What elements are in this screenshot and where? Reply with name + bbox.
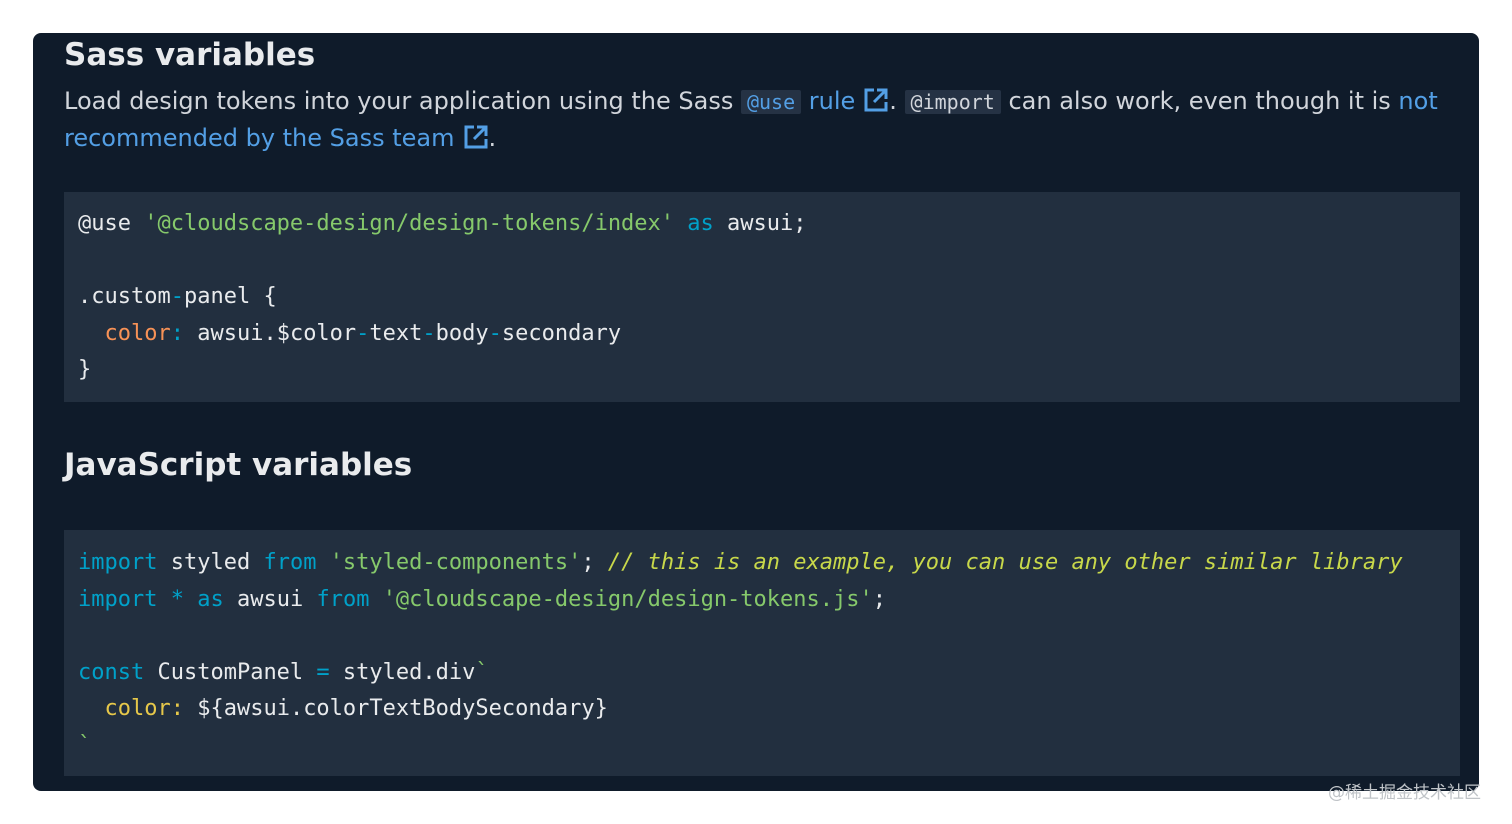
documentation-panel: Sass variables Load design tokens into y… [33, 33, 1479, 791]
code-line: .custom-panel { [78, 279, 1460, 316]
external-link-icon [864, 88, 888, 112]
code-token: '@cloudscape-design/design-tokens/index' [144, 211, 675, 236]
code-token: as [197, 586, 224, 612]
code-token: body [435, 320, 489, 346]
inline-code-import: @import [904, 90, 1001, 114]
period-text: . [488, 124, 497, 152]
intro-text-2: can also work, even though it is [1000, 87, 1399, 115]
code-line: const CustomPanel = styled.div` [78, 655, 1460, 692]
code-token: = [316, 659, 330, 685]
code-token: styled.div [329, 659, 476, 685]
code-token: text [369, 320, 423, 346]
sass-variables-heading: Sass variables [64, 37, 316, 73]
code-token: ` [78, 732, 92, 758]
code-token: ; [872, 586, 887, 612]
code-token: import [78, 550, 158, 575]
code-token: from [263, 550, 317, 575]
code-token: awsui; [713, 211, 807, 236]
external-link-icon [464, 125, 488, 149]
code-token: color [104, 696, 171, 721]
code-token: - [422, 320, 436, 346]
code-token: CustomPanel [144, 659, 317, 685]
code-token: @use [78, 211, 131, 236]
code-token: awsui.$color [183, 320, 357, 346]
watermark-text: @稀土掘金技术社区 [1328, 783, 1481, 803]
code-token: - [356, 320, 370, 346]
code-token: ; [581, 550, 608, 575]
javascript-code-block: import styled from 'styled-components'; … [64, 530, 1460, 776]
code-token: as [687, 211, 714, 236]
code-line: color: awsui.$color-text-body-secondary [78, 316, 1460, 353]
code-token: import [78, 586, 158, 612]
code-token: 'styled-components' [329, 550, 582, 575]
code-token: awsui [223, 586, 317, 612]
code-token: from [316, 586, 370, 612]
inline-code-use: @use [740, 90, 802, 114]
code-token: ${awsui.colorTextBodySecondary} [183, 696, 608, 721]
sass-intro-paragraph: Load design tokens into your application… [64, 83, 1444, 156]
code-line: } [78, 352, 1460, 389]
code-token: - [170, 284, 184, 309]
code-line: ` [78, 728, 1460, 765]
code-token: secondary [501, 320, 622, 346]
code-token: const [78, 659, 145, 685]
code-token: } [78, 357, 92, 382]
sass-code-block: @use '@cloudscape-design/design-tokens/i… [64, 192, 1460, 402]
code-token: : [170, 696, 184, 721]
sass-use-rule-link[interactable]: rule [801, 87, 889, 115]
javascript-variables-heading: JavaScript variables [64, 447, 413, 483]
code-token: * [170, 586, 184, 612]
code-comment: // this is an example, you can use any o… [607, 550, 1403, 575]
code-line: import * as awsui from '@cloudscape-desi… [78, 582, 1460, 619]
code-token: panel { [183, 284, 277, 309]
code-line: color: ${awsui.colorTextBodySecondary} [78, 691, 1460, 728]
code-token: : [170, 320, 184, 346]
separator-text: . [889, 87, 905, 115]
intro-text-1: Load design tokens into your application… [64, 87, 741, 115]
code-line: import styled from 'styled-components'; … [78, 545, 1460, 582]
code-token: color [104, 320, 171, 346]
code-token: .custom [78, 284, 171, 309]
code-token: - [488, 320, 502, 346]
code-token: '@cloudscape-design/design-tokens.js' [382, 586, 873, 612]
code-line: @use '@cloudscape-design/design-tokens/i… [78, 206, 1460, 243]
sass-use-rule-link-text: rule [801, 87, 856, 115]
code-token: ` [475, 659, 489, 685]
code-token: styled [157, 550, 264, 575]
